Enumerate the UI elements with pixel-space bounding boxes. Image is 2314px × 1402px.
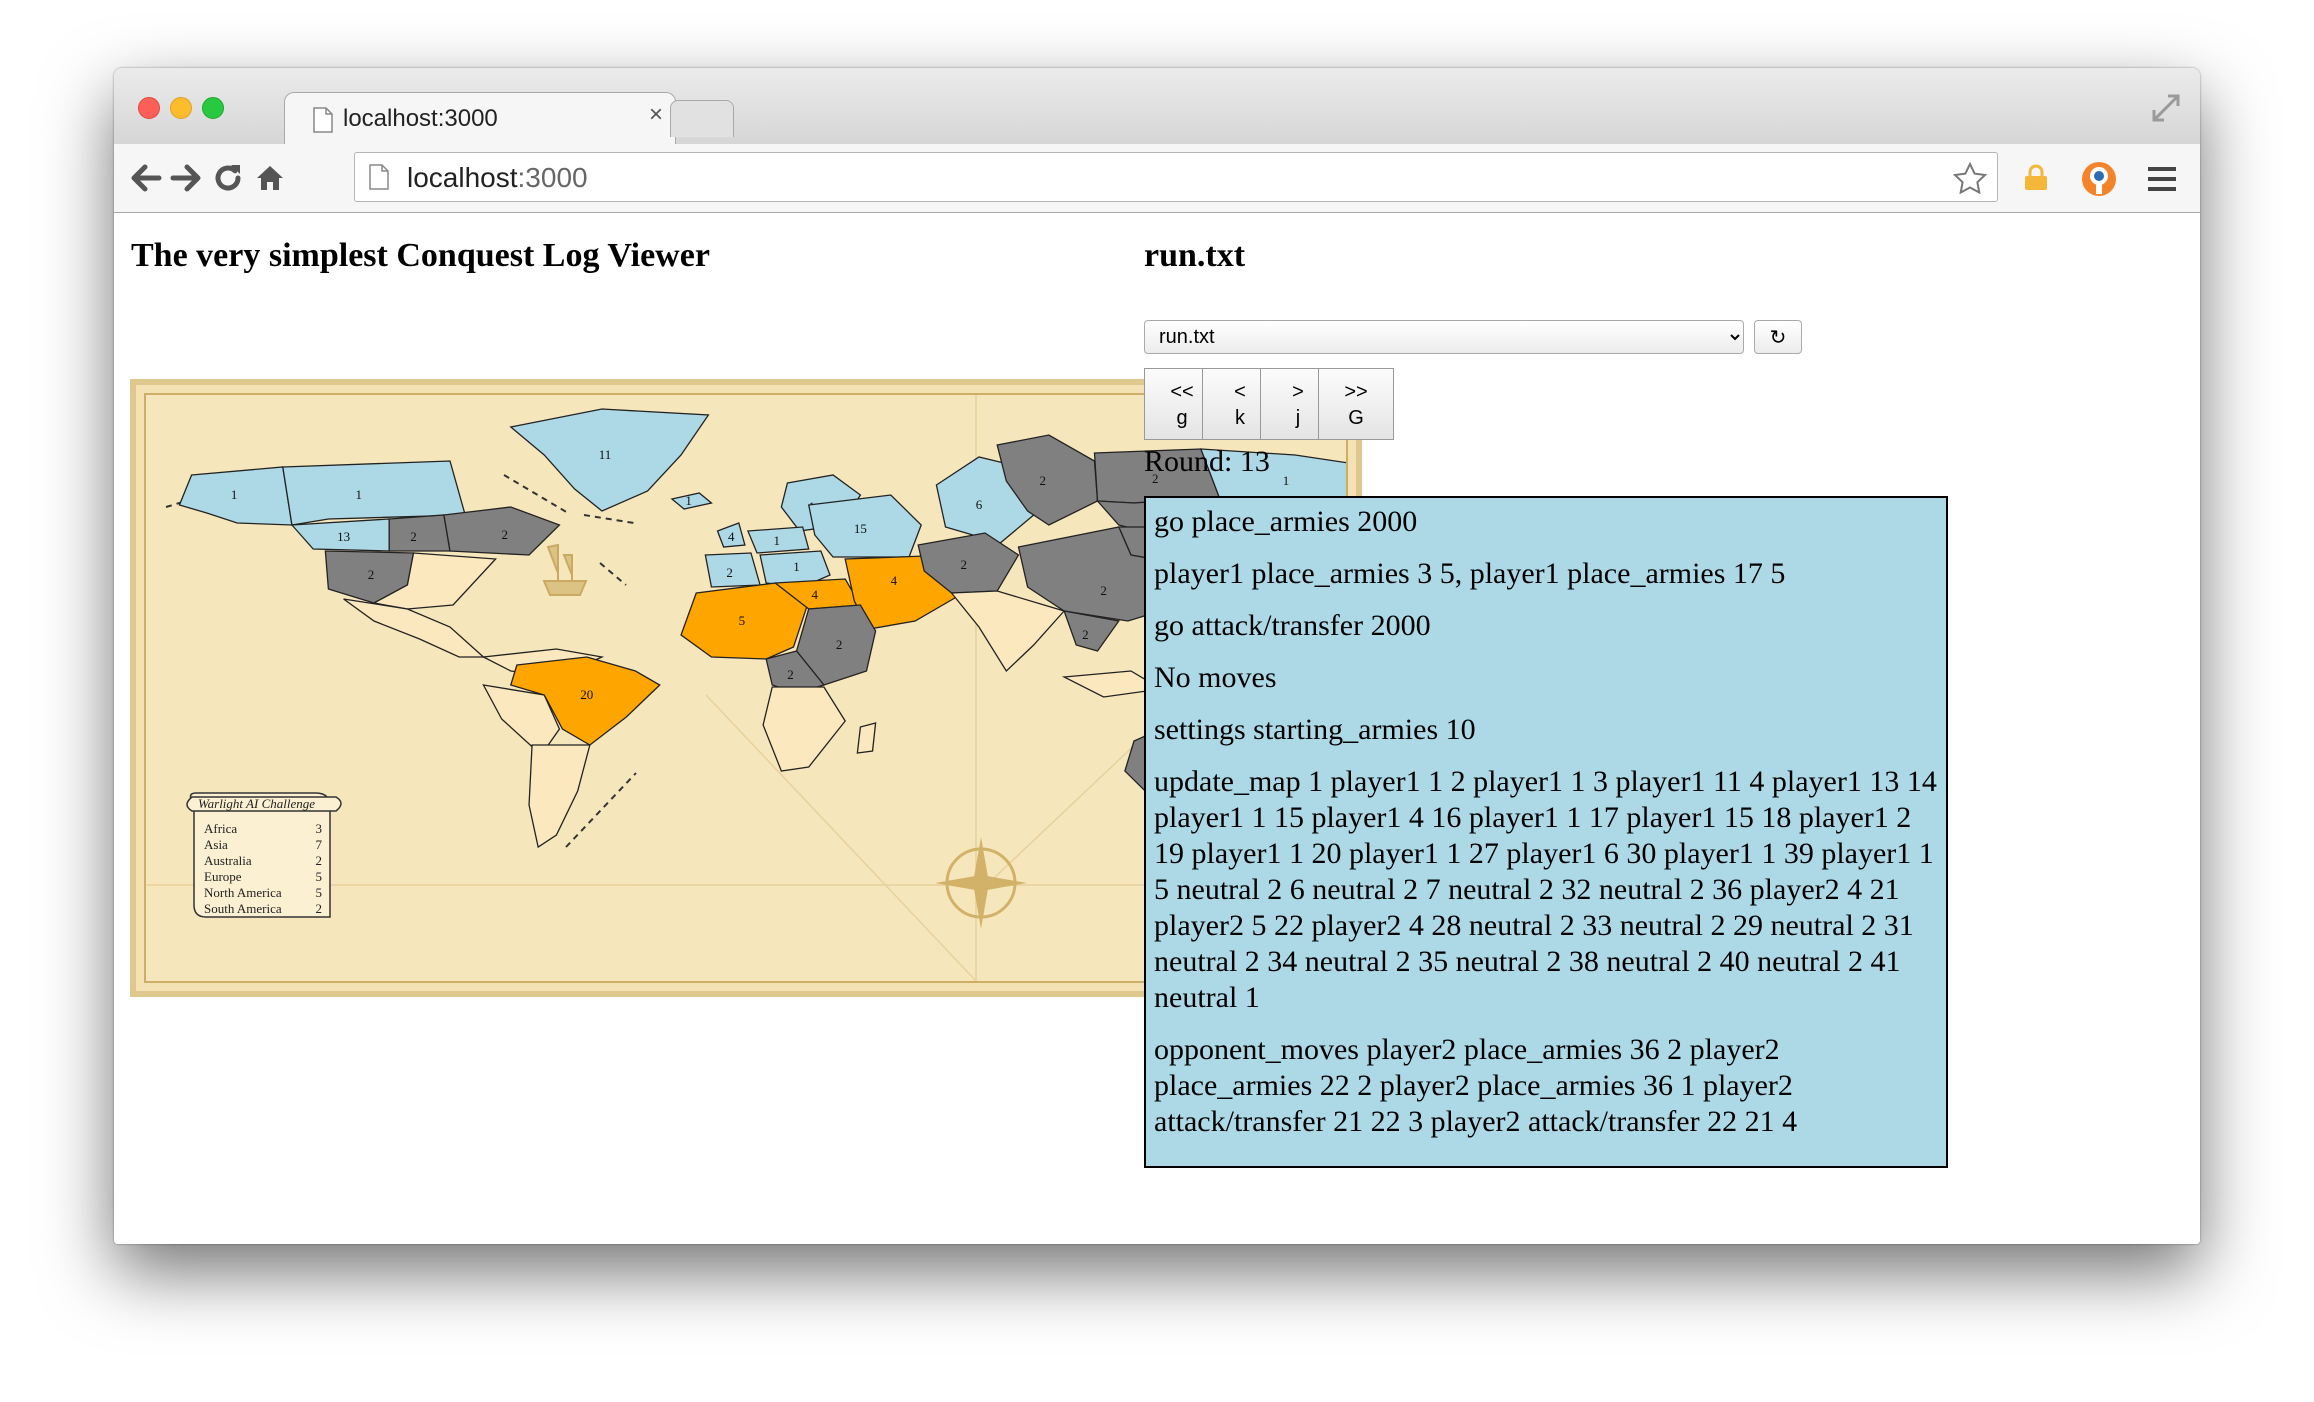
forward-button[interactable] xyxy=(166,158,206,198)
menu-icon[interactable] xyxy=(2146,164,2178,194)
home-icon xyxy=(257,166,283,190)
log-line: go place_armies 2000 xyxy=(1154,505,1418,538)
url-port: :3000 xyxy=(517,162,588,193)
close-window-button[interactable] xyxy=(138,97,160,119)
fullscreen-icon[interactable] xyxy=(2150,92,2182,124)
page-content: The very simplest Conquest Log Viewer ru… xyxy=(114,213,2200,1244)
log-line: No moves xyxy=(1154,661,1277,694)
region-na-ontario xyxy=(389,515,450,551)
forward-icon xyxy=(170,164,201,192)
address-bar[interactable]: localhost:3000 xyxy=(354,152,1998,202)
army-count-as-siam: 2 xyxy=(1082,627,1089,642)
zoom-window-button[interactable] xyxy=(202,97,224,119)
page-title: The very simplest Conquest Log Viewer xyxy=(131,237,710,274)
file-heading: run.txt xyxy=(1144,237,1246,274)
log-panel: go place_armies 2000 player1 place_armie… xyxy=(1144,496,1948,1168)
army-count-as-china: 2 xyxy=(1100,583,1107,598)
region-af-south xyxy=(763,687,845,771)
army-count-na-greenland: 11 xyxy=(599,447,612,462)
extension-icon[interactable] xyxy=(2080,160,2118,198)
reload-button[interactable] xyxy=(208,158,248,198)
region-as-india xyxy=(952,591,1064,671)
back-button[interactable] xyxy=(126,158,166,198)
region-sa-argentina xyxy=(529,745,590,847)
army-count-sa-brazil: 20 xyxy=(580,687,593,702)
minimize-window-button[interactable] xyxy=(170,97,192,119)
legend-continent-name: Europe xyxy=(204,869,242,884)
army-count-eu-iceland: 1 xyxy=(685,493,692,508)
toolbar: localhost:3000 xyxy=(114,144,2200,213)
legend-continent-name: Asia xyxy=(204,837,228,852)
round-indicator: Round: 13 xyxy=(1144,445,1270,478)
army-count-eu-north: 1 xyxy=(774,533,781,548)
army-count-as-ural: 6 xyxy=(976,497,983,512)
army-count-na-northwest: 1 xyxy=(356,487,363,502)
army-count-as-siberia: 2 xyxy=(1040,473,1047,488)
army-count-na-ontario: 2 xyxy=(410,529,417,544)
lock-extension-icon[interactable] xyxy=(2022,164,2050,192)
legend-continent-name: Australia xyxy=(204,853,252,868)
url-host: localhost xyxy=(407,162,518,193)
army-count-na-western-us: 2 xyxy=(368,567,375,582)
compass-rose xyxy=(935,837,1027,929)
army-count-as-kamchatka: 1 xyxy=(1283,473,1290,488)
tab-strip: localhost:3000 × xyxy=(114,68,2200,147)
army-count-as-middle-east: 4 xyxy=(891,573,898,588)
tab-active[interactable]: localhost:3000 × xyxy=(284,92,676,147)
last-round-key: G xyxy=(1348,407,1364,429)
army-count-af-east: 2 xyxy=(836,637,843,652)
army-count-af-congo: 2 xyxy=(787,667,794,682)
legend-title: Warlight AI Challenge xyxy=(198,796,315,811)
army-count-eu-west: 2 xyxy=(726,565,733,580)
file-select[interactable]: run.txt xyxy=(1144,320,1744,354)
legend-continent-name: Africa xyxy=(204,821,237,836)
legend-bonus-value: 5 xyxy=(316,869,323,884)
new-tab-button[interactable] xyxy=(670,100,734,137)
army-count-na-quebec: 2 xyxy=(501,527,508,542)
last-round-arrow: >> xyxy=(1344,381,1368,403)
army-count-eu-uk: 4 xyxy=(728,529,735,544)
army-count-eu-ukraine: 15 xyxy=(854,521,867,536)
legend-bonus-value: 7 xyxy=(316,837,323,852)
log-line: update_map 1 player1 1 2 player1 1 3 pla… xyxy=(1154,765,1937,1014)
log-line: opponent_moves player2 place_armies 36 2… xyxy=(1154,1033,1798,1138)
back-icon xyxy=(131,164,162,192)
legend-bonus-value: 3 xyxy=(316,821,323,836)
army-count-af-north: 5 xyxy=(739,613,746,628)
log-line: settings starting_armies 10 xyxy=(1154,713,1476,746)
url-text: localhost:3000 xyxy=(407,162,588,194)
legend-continent-name: South America xyxy=(204,901,282,916)
page-icon xyxy=(369,164,389,190)
log-line: go attack/transfer 2000 xyxy=(1154,609,1431,642)
page-icon xyxy=(313,107,333,133)
army-count-as-afghanistan: 2 xyxy=(961,557,968,572)
last-round-button[interactable]: >> G xyxy=(1318,368,1394,440)
army-count-af-egypt: 4 xyxy=(812,587,819,602)
home-button[interactable] xyxy=(250,158,290,198)
tab-close-icon[interactable]: × xyxy=(649,101,663,129)
legend-bonus-value: 5 xyxy=(316,885,323,900)
legend-bonus-value: 2 xyxy=(316,853,323,868)
army-count-na-alaska: 1 xyxy=(231,487,238,502)
reload-file-button[interactable]: ↻ xyxy=(1754,320,1802,354)
army-count-eu-south: 1 xyxy=(793,559,800,574)
legend-continent-name: North America xyxy=(204,885,282,900)
legend-bonus-value: 2 xyxy=(316,901,323,916)
region-af-madagascar xyxy=(857,723,875,753)
reload-icon xyxy=(215,165,241,191)
star-icon[interactable] xyxy=(1953,162,1987,194)
log-line: player1 place_armies 3 5, player1 place_… xyxy=(1154,557,1786,590)
army-count-na-alberta: 13 xyxy=(337,529,350,544)
browser-window: localhost:3000 × localhost:3000 The very… xyxy=(114,68,2200,1244)
legend-scroll: Warlight AI Challenge Africa 3 Asia 7 Austra… xyxy=(186,792,342,918)
tab-title: localhost:3000 xyxy=(343,105,498,132)
